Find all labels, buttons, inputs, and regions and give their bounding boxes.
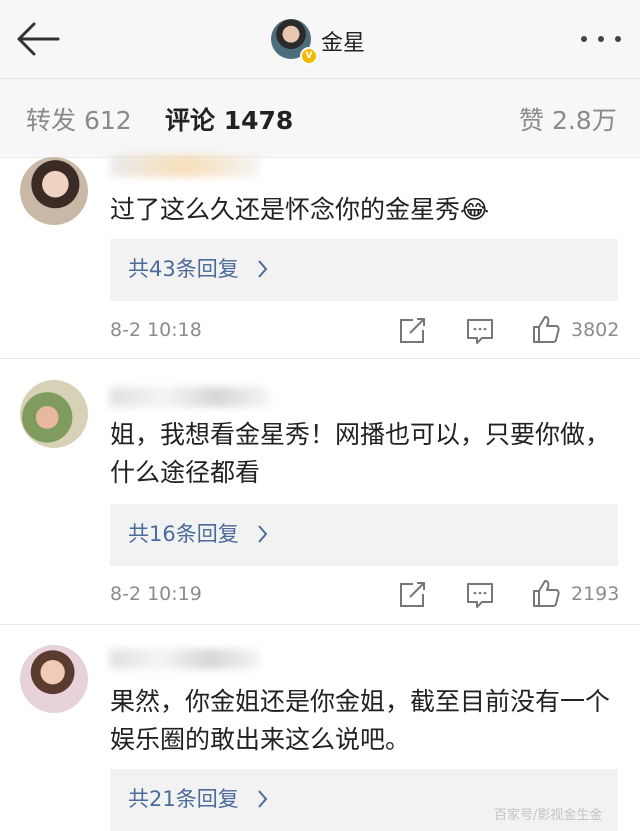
tab-comments[interactable]: 评论 1478 bbox=[165, 101, 293, 137]
back-arrow-icon[interactable] bbox=[14, 20, 62, 58]
commenter-avatar[interactable] bbox=[20, 380, 88, 448]
replies-label: 共16条回复 bbox=[128, 522, 239, 546]
blurred-username bbox=[110, 649, 260, 669]
comment-text: 姐，我想看金星秀！网播也可以，只要你做，什么途径都看 bbox=[110, 420, 611, 487]
chevron-right-icon bbox=[258, 260, 268, 278]
like-count: 3802 bbox=[571, 319, 620, 341]
tab-reposts[interactable]: 转发 612 bbox=[26, 101, 132, 137]
replies-label: 共43条回复 bbox=[128, 257, 239, 281]
tab-bar: 转发 612 评论 1478 赞 2.8万 bbox=[0, 79, 640, 158]
reply-comment-icon[interactable] bbox=[465, 316, 495, 346]
tab-likes[interactable]: 赞 2.8万 bbox=[519, 101, 617, 137]
profile-name[interactable]: 金星 bbox=[321, 25, 365, 57]
verified-badge-icon: V bbox=[300, 47, 318, 65]
repost-icon[interactable] bbox=[397, 316, 427, 346]
like-thumb-icon[interactable] bbox=[531, 314, 561, 344]
repost-icon[interactable] bbox=[397, 580, 427, 610]
replies-button[interactable]: 共16条回复 bbox=[110, 504, 618, 566]
divider bbox=[0, 358, 640, 359]
more-options-icon[interactable] bbox=[576, 22, 626, 56]
comment-time: 8-2 10:19 bbox=[110, 583, 202, 605]
chevron-right-icon bbox=[258, 790, 268, 808]
comment-text: 果然，你金姐还是你金姐，截至目前没有一个娱乐圈的敢出来这么说吧。 bbox=[110, 687, 611, 754]
commenter-avatar[interactable] bbox=[20, 157, 88, 225]
like-thumb-icon[interactable] bbox=[531, 578, 561, 608]
reply-comment-icon[interactable] bbox=[465, 580, 495, 610]
chevron-right-icon bbox=[258, 525, 268, 543]
blurred-username bbox=[110, 387, 270, 407]
watermark: 百家号/影视金生金 bbox=[494, 808, 603, 823]
comment-text: 过了这么久还是怀念你的金星秀😂 bbox=[110, 195, 490, 224]
replies-label: 共21条回复 bbox=[128, 787, 239, 811]
comment-time: 8-2 10:18 bbox=[110, 319, 202, 341]
divider bbox=[0, 624, 640, 625]
replies-button[interactable]: 共43条回复 bbox=[110, 239, 618, 301]
commenter-avatar[interactable] bbox=[20, 645, 88, 713]
blurred-username bbox=[110, 155, 260, 177]
like-count: 2193 bbox=[571, 583, 620, 605]
top-bar: V 金星 bbox=[0, 0, 640, 79]
